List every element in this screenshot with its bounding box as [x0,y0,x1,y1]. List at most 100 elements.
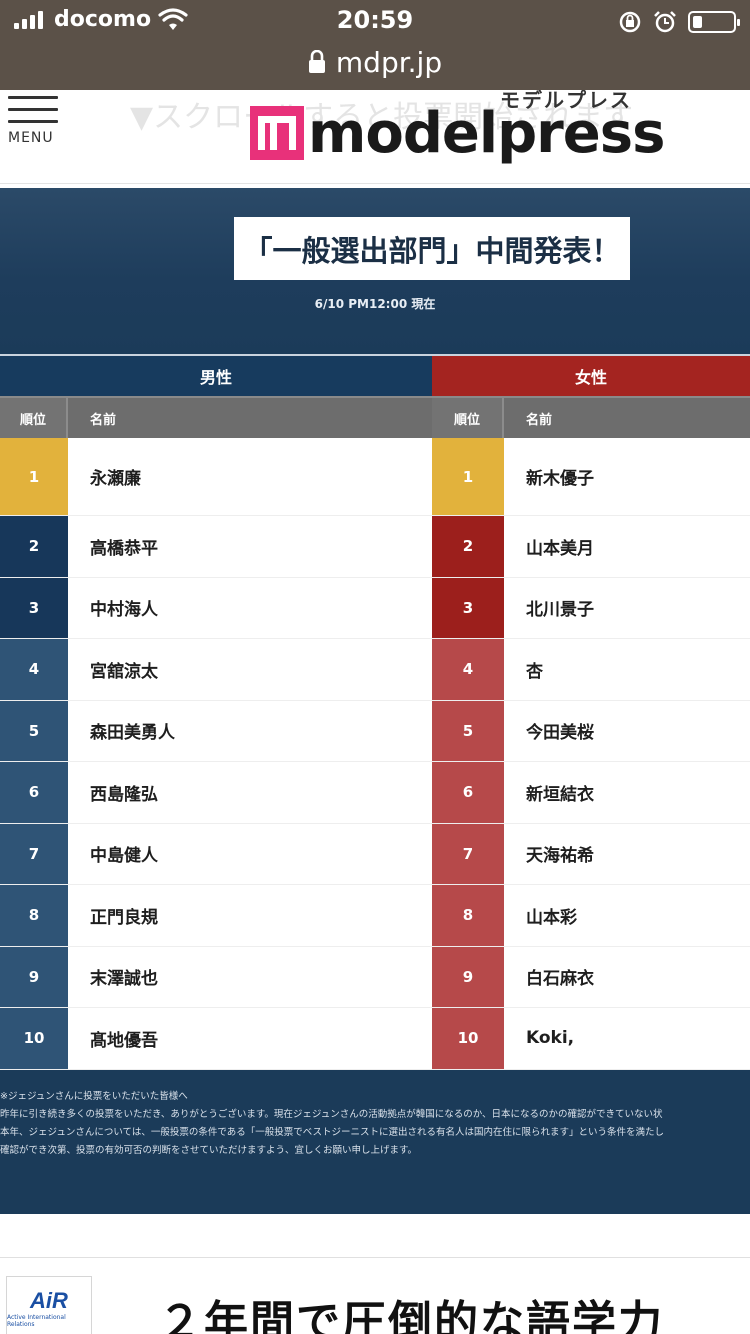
note-line: 本年、ジェジュンさんについては、一般投票の条件である「一般投票でベストジーニスト… [0,1127,664,1138]
address-bar[interactable]: mdpr.jp [0,42,750,82]
url-text[interactable]: mdpr.jp [336,46,442,79]
name-cell: 宮舘涼太 [68,639,432,700]
name-header: 名前 [526,412,553,428]
name-cell: 森田美勇人 [68,700,432,761]
female-ranking-table: 女性 順位 名前 1 新木優子 2 山本美月 3 北川景子 4 杏 5 今田美桜 6 新垣結衣 7 天海祐… [432,354,750,1070]
rank-cell: 6 [432,762,504,823]
name-cell: Koki, [504,1008,750,1069]
rank-cell: 3 [432,577,504,638]
rank-cell: 10 [432,1008,504,1069]
table-row: 3 中村海人 [0,577,432,639]
rank-cell: 1 [432,438,504,515]
rank-cell: 4 [432,639,504,700]
name-cell: 永瀬廉 [68,438,432,515]
ad-logo[interactable]: AiR Active International Relations [6,1276,92,1334]
name-cell: 北川景子 [504,577,750,638]
name-cell: 正門良規 [68,885,432,946]
rank-cell: 8 [0,885,68,946]
table-row: 6 新垣結衣 [432,762,750,824]
male-ranking-table: 男性 順位 名前 1 永瀬廉 2 高橋恭平 3 中村海人 4 宮舘涼太 5 森田美勇人 6 西島隆弘 7… [0,354,432,1070]
table-row: 7 中島健人 [0,823,432,885]
ad-logo-subtext: Active International Relations [7,1314,66,1328]
status-bar: docomo 20:59 [0,0,750,42]
name-cell: 白石麻衣 [504,946,750,1007]
rank-cell: 5 [0,700,68,761]
graphic-timestamp: 6/10 PM12:00 現在 [314,297,436,311]
logo-kana: モデルプレス [500,90,632,112]
table-row: 8 山本彩 [432,885,750,947]
rotation-lock-icon [619,11,641,33]
battery-icon [688,11,740,33]
name-cell: 山本彩 [504,885,750,946]
name-cell: 中島健人 [68,823,432,884]
name-cell: 西島隆弘 [68,762,432,823]
rank-cell: 7 [0,823,68,884]
browser-top-bar: docomo 20:59 mdpr.jp [0,0,750,90]
graphic-title: 「一般選出部門」中間発表！ [234,217,630,280]
menu-label: MENU [8,130,54,146]
female-table-header: 順位 名前 [432,396,750,438]
male-table-header: 順位 名前 [0,396,432,438]
section-divider [0,1214,750,1258]
name-cell: 中村海人 [68,577,432,638]
logo-mark-icon [250,106,304,160]
ad-logo-text: AiR [30,1288,68,1313]
alarm-icon [654,11,676,33]
male-heading: 男性 [0,354,432,396]
table-row: 8 正門良規 [0,885,432,947]
table-row: 1 新木優子 [432,438,750,516]
female-heading: 女性 [432,354,750,396]
table-row: 4 宮舘涼太 [0,639,432,701]
table-row: 1 永瀬廉 [0,438,432,516]
table-row: 2 山本美月 [432,516,750,578]
name-cell: 山本美月 [504,516,750,577]
rank-cell: 8 [432,885,504,946]
table-row: 3 北川景子 [432,577,750,639]
rank-cell: 2 [432,516,504,577]
rank-cell: 4 [0,639,68,700]
graphic-header: 「一般選出部門」中間発表！ 6/10 PM12:00 現在 [0,188,750,354]
name-cell: 新木優子 [504,438,750,515]
table-row: 6 西島隆弘 [0,762,432,824]
name-cell: 天海祐希 [504,823,750,884]
table-row: 7 天海祐希 [432,823,750,885]
hamburger-icon [8,96,58,99]
notes-block: ※ジェジュンさんに投票をいただいた皆様へ 昨年に引き続き多くの投票をいただき、あ… [0,1088,750,1160]
status-icons [618,9,740,35]
name-cell: 高橋恭平 [68,516,432,577]
rank-cell: 2 [0,516,68,577]
rank-cell: 3 [0,577,68,638]
table-row: 2 高橋恭平 [0,516,432,578]
table-row: 5 今田美桜 [432,700,750,762]
table-row: 5 森田美勇人 [0,700,432,762]
menu-button[interactable]: MENU [8,96,58,146]
rank-cell: 10 [0,1008,68,1069]
ad-headline[interactable]: ２年間で圧倒的な語学力 [158,1286,664,1334]
note-line: 確認ができ次第、投票の有効可否の判断をさせていただけますよう、宜しくお願い申し上… [0,1145,418,1156]
name-cell: 新垣結衣 [504,762,750,823]
name-cell: 杏 [504,639,750,700]
ranking-graphic: 「一般選出部門」中間発表！ 6/10 PM12:00 現在 男性 順位 名前 1… [0,188,750,1214]
rank-cell: 5 [432,700,504,761]
lock-icon [308,50,325,73]
table-row: 10 Koki, [432,1008,750,1070]
name-cell: 末澤誠也 [68,946,432,1007]
rank-header: 順位 [0,398,68,438]
logo-wordmark: modelpress [308,101,665,166]
rank-header: 順位 [432,398,504,438]
note-line: 昨年に引き続き多くの投票をいただき、ありがとうございます。現在ジェジュンさんの活… [0,1109,663,1120]
table-row: 4杏 [432,639,750,701]
site-header: ▼スクロールすると投票開始されます MENU modelpress モデルプレス [0,90,750,184]
note-line: ※ジェジュンさんに投票をいただいた皆様へ [0,1091,188,1102]
table-row: 9 白石麻衣 [432,946,750,1008]
name-header: 名前 [90,412,117,428]
rank-cell: 1 [0,438,68,515]
rank-cell: 9 [0,946,68,1007]
table-row: 10 髙地優吾 [0,1008,432,1070]
rank-cell: 7 [432,823,504,884]
rank-cell: 9 [432,946,504,1007]
rank-cell: 6 [0,762,68,823]
name-cell: 今田美桜 [504,700,750,761]
table-row: 9 末澤誠也 [0,946,432,1008]
name-cell: 髙地優吾 [68,1008,432,1069]
